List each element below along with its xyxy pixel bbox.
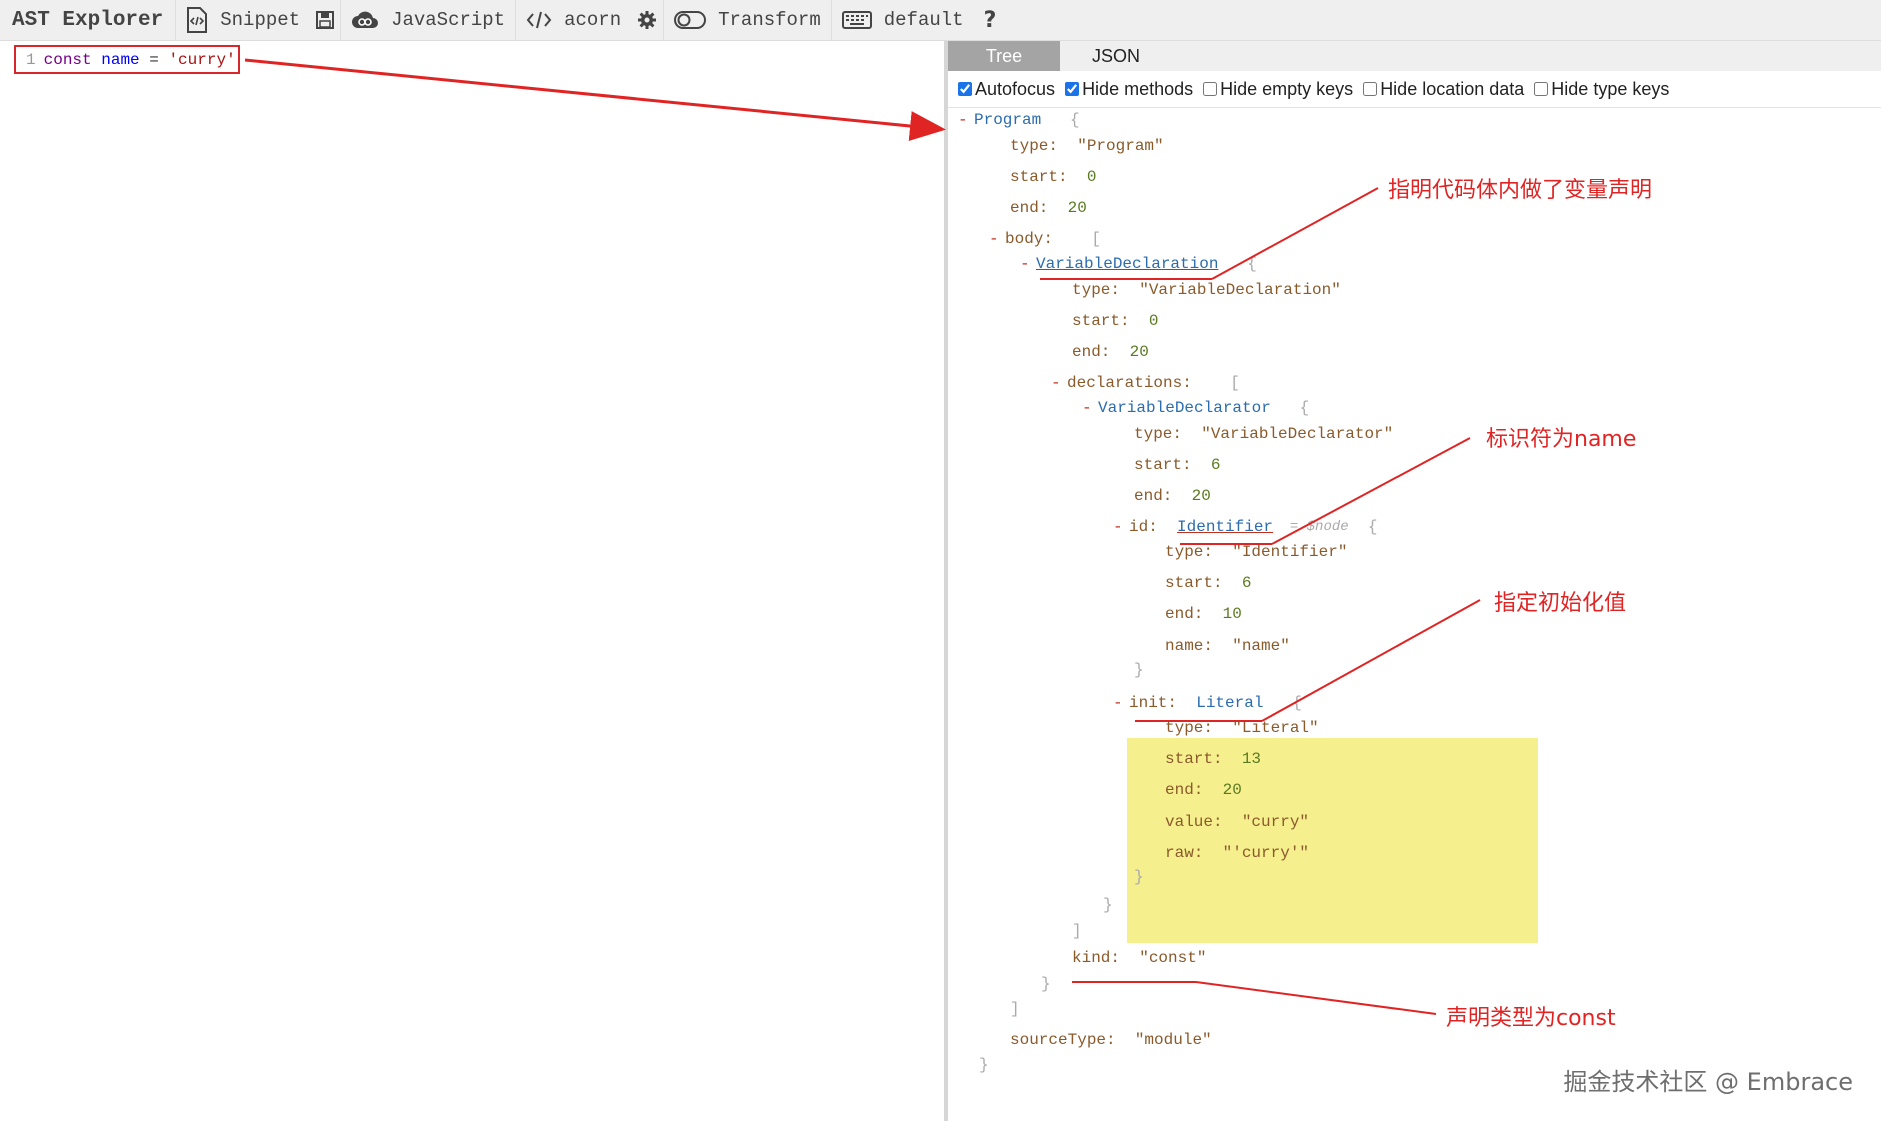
tree-prop-start: start: 6 [1165,574,1252,592]
parser-label: acorn [564,9,622,31]
tree-prop-type: type: "VariableDeclaration" [1072,281,1341,299]
tree-prop-end: end: 10 [1165,605,1242,623]
watermark: 掘金技术社区 @ Embrace [1563,1068,1853,1096]
code-variable: name [101,50,140,69]
tree-prop-type: type: "Identifier" [1165,543,1348,561]
tree-node-variable-declarator[interactable]: - VariableDeclarator { [1082,396,1309,420]
tree-prop-end: end: 20 [1165,781,1242,799]
tree-prop-end: end: 20 [1134,487,1211,505]
annotation-declaration: 指明代码体内做了变量声明 [1388,178,1653,203]
tree-prop-type: type: "Literal" [1165,719,1319,737]
toolbar: AST Explorer Snippet JavaScript acorn Tr… [0,0,1881,41]
tree-prop-end: end: 20 [1072,343,1149,361]
keyboard-icon [841,10,872,30]
code-string: 'curry' [168,50,236,69]
option-autofocus[interactable]: Autofocus [958,79,1055,100]
code-keyword: const [43,50,92,69]
tree-prop-start: start: 0 [1072,312,1159,330]
tree-prop-declarations[interactable]: - declarations: [ [1051,371,1240,395]
code-line-1[interactable]: 1 const name = 'curry' [14,45,240,74]
snippet-menu[interactable]: Snippet [175,0,310,40]
tree-prop-start: start: 0 [1010,168,1097,186]
collapse-toggle[interactable]: - [1082,399,1098,417]
collapse-toggle[interactable]: - [1020,255,1036,273]
gear-icon [637,10,657,30]
option-hide-methods[interactable]: Hide methods [1065,79,1193,100]
tree-prop-type: type: "VariableDeclarator" [1134,425,1394,443]
code-file-icon [186,7,208,33]
language-label: JavaScript [391,9,506,31]
tab-tree[interactable]: Tree [948,41,1060,71]
snippet-label: Snippet [220,9,301,31]
annotation-init: 指定初始化值 [1494,591,1627,616]
parser-menu[interactable]: acorn [515,0,631,40]
tree-prop-init[interactable]: - init: Literal { [1113,691,1302,715]
collapse-toggle[interactable]: - [958,111,974,129]
parser-settings-button[interactable] [631,0,663,40]
hide-empty-keys-checkbox[interactable] [1203,82,1218,96]
tree-prop-body[interactable]: - body: [ [989,227,1101,251]
help-icon: ? [983,7,997,33]
code-brackets-icon [526,10,552,30]
option-hide-empty-keys[interactable]: Hide empty keys [1203,79,1353,100]
hide-methods-checkbox[interactable] [1065,82,1080,96]
autofocus-checkbox[interactable] [958,82,972,96]
tree-options: Autofocus Hide methods Hide empty keys H… [948,71,1881,108]
hide-type-keys-checkbox[interactable] [1534,82,1549,96]
app-title: AST Explorer [12,8,164,32]
line-number: 1 [26,50,36,69]
help-button[interactable]: ? [974,0,1007,40]
collapse-toggle[interactable]: - [1113,518,1129,536]
code-editor[interactable]: 1 const name = 'curry' [0,41,944,1121]
tree-close-brace: } [1103,896,1113,914]
annotation-identifier: 标识符为name [1486,427,1637,452]
tab-json[interactable]: JSON [1060,41,1172,71]
tree-prop-id[interactable]: - id: Identifier = $node { [1113,515,1377,539]
transform-menu[interactable]: Transform [663,0,831,40]
tree-prop-start: start: 6 [1134,456,1221,474]
hide-location-data-checkbox[interactable] [1363,82,1378,96]
save-icon [316,11,335,29]
collapse-toggle[interactable]: - [1113,694,1129,712]
option-hide-type-keys[interactable]: Hide type keys [1534,79,1669,100]
tree-node-program[interactable]: - Program { [958,108,1080,132]
tree-close-brace: } [1041,975,1051,993]
keymap-menu[interactable]: default [830,0,974,40]
collapse-toggle[interactable]: - [1051,374,1067,392]
tree-close-brace: } [1134,868,1144,886]
keymap-label: default [883,9,964,31]
save-button[interactable] [310,0,340,40]
language-menu[interactable]: JavaScript [340,0,515,40]
tree-prop-source-type: sourceType: "module" [1010,1031,1212,1049]
annotation-kind: 声明类型为const [1446,1006,1616,1031]
tree-prop-raw: raw: "'curry'" [1165,844,1310,862]
output-tabs: Tree JSON [948,41,1881,71]
tree-prop-end: end: 20 [1010,199,1087,217]
tree-prop-kind: kind: "const" [1072,949,1207,967]
toggle-icon [674,10,707,30]
tree-prop-value: value: "curry" [1165,813,1310,831]
tree-node-variable-declaration[interactable]: - VariableDeclaration { [1020,252,1257,276]
transform-label: Transform [718,9,821,31]
cloud-icon [351,10,379,30]
tree-close-bracket: ] [1072,922,1082,940]
tree-prop-type: type: "Program" [1010,137,1164,155]
option-hide-location-data[interactable]: Hide location data [1363,79,1524,100]
ast-tree: - Program { type: "Program" start: 0 end:… [948,108,1881,1121]
tree-prop-name: name: "name" [1165,637,1290,655]
tree-close-brace: } [979,1056,989,1074]
tree-prop-start: start: 13 [1165,750,1262,768]
code-operator: = [139,50,169,69]
collapse-toggle[interactable]: - [989,230,1005,248]
tree-close-brace: } [1134,661,1144,679]
tree-close-bracket: ] [1010,1000,1020,1018]
